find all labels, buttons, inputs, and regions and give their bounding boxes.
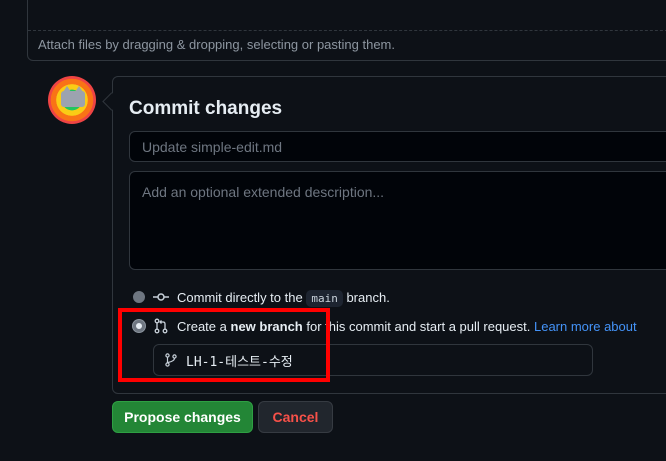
propose-changes-button[interactable]: Propose changes [112, 401, 253, 433]
commit-direct-prefix: Commit directly to the [177, 290, 303, 305]
attach-files-bar[interactable]: Attach files by dragging & dropping, sel… [27, 0, 666, 61]
branch-name-field[interactable] [153, 344, 593, 376]
commit-direct-suffix: branch. [346, 290, 390, 305]
branch-name-main: main [306, 290, 343, 307]
attach-files-hint: Attach files by dragging & dropping, sel… [38, 37, 395, 52]
cancel-button[interactable]: Cancel [258, 401, 333, 433]
new-branch-bold: new branch [230, 319, 303, 334]
commit-direct-label: Commit directly to the main branch. [177, 290, 390, 307]
new-branch-prefix: Create a [177, 319, 227, 334]
git-pull-request-icon [154, 318, 168, 334]
divider [28, 30, 666, 31]
new-branch-label: Create a new branch for this commit and … [177, 319, 637, 334]
new-branch-suffix: for this commit and start a pull request… [306, 319, 531, 334]
learn-more-link[interactable]: Learn more about [534, 319, 637, 334]
new-branch-radio[interactable] [133, 320, 145, 332]
commit-summary-input[interactable] [129, 131, 666, 162]
git-branch-icon [165, 353, 177, 367]
commit-description-input[interactable] [129, 171, 666, 270]
avatar[interactable] [48, 76, 96, 124]
page-title: Commit changes [129, 98, 283, 119]
commit-direct-radio[interactable] [133, 291, 145, 303]
git-commit-icon [153, 293, 169, 301]
branch-name-input[interactable] [186, 349, 576, 371]
cat-icon [61, 86, 85, 107]
